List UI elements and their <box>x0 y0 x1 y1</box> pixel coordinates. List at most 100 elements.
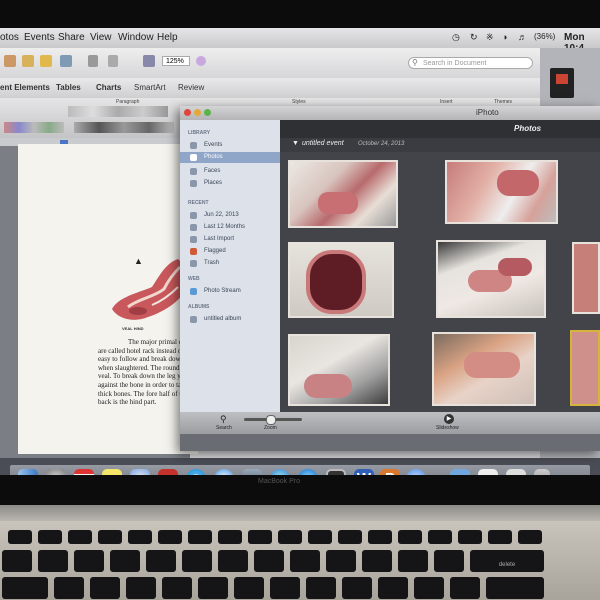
key-9[interactable] <box>326 550 356 572</box>
key-2[interactable] <box>74 550 104 572</box>
messages-icon[interactable] <box>406 469 426 475</box>
key-eject[interactable] <box>398 530 422 544</box>
sidebar-item-faces[interactable]: Faces <box>180 166 280 177</box>
sidebar-item-last-import[interactable]: Last Import <box>180 234 280 245</box>
key-tilde[interactable] <box>2 550 32 572</box>
key-1[interactable] <box>38 550 68 572</box>
search-icon[interactable]: ⚲ <box>220 414 227 425</box>
key-f6[interactable] <box>188 530 212 544</box>
key-minus[interactable] <box>398 550 428 572</box>
key-q[interactable] <box>54 577 84 599</box>
bluetooth-icon[interactable]: ※ <box>486 32 494 43</box>
key-t[interactable] <box>198 577 228 599</box>
key-o[interactable] <box>342 577 372 599</box>
search-input[interactable]: Search in Document <box>408 57 533 69</box>
menu-app[interactable]: otos <box>0 32 19 43</box>
safari-icon[interactable] <box>214 469 234 475</box>
help-icon[interactable] <box>196 56 206 66</box>
key-7[interactable] <box>254 550 284 572</box>
key-6[interactable] <box>218 550 248 572</box>
sidebar-item-places[interactable]: Places <box>180 178 280 189</box>
menu-help[interactable]: Help <box>157 32 178 43</box>
launchpad-icon[interactable] <box>46 469 66 475</box>
key-f5[interactable] <box>158 530 182 544</box>
time-machine-icon[interactable]: ◷ <box>452 32 460 43</box>
zoom-button[interactable] <box>204 109 211 116</box>
key-f13[interactable] <box>428 530 452 544</box>
key-f16[interactable] <box>518 530 542 544</box>
key-e[interactable] <box>126 577 156 599</box>
minimize-button[interactable] <box>194 109 201 116</box>
key-bracket-left[interactable] <box>414 577 444 599</box>
sidebar-item-trash[interactable]: Trash <box>180 258 280 269</box>
key-f3[interactable] <box>98 530 122 544</box>
table-icon[interactable] <box>143 55 155 67</box>
alignment-controls[interactable] <box>74 122 174 133</box>
undo-icon[interactable] <box>108 55 118 67</box>
menu-share[interactable]: Share <box>58 32 85 43</box>
office-icon[interactable] <box>158 469 178 475</box>
tab-review[interactable]: Review <box>178 83 204 92</box>
trash-icon[interactable] <box>534 469 550 475</box>
photo-thumbnail[interactable] <box>288 242 394 318</box>
key-f8[interactable] <box>248 530 272 544</box>
font-controls[interactable] <box>4 122 64 133</box>
key-f14[interactable] <box>458 530 482 544</box>
key-f4[interactable] <box>128 530 152 544</box>
photo-booth-icon[interactable] <box>326 469 346 475</box>
tab-charts[interactable]: Charts <box>96 83 121 92</box>
key-8[interactable] <box>290 550 320 572</box>
event-name[interactable]: untitled event <box>302 140 344 147</box>
key-bracket-right[interactable] <box>450 577 480 599</box>
key-5[interactable] <box>182 550 212 572</box>
key-f10[interactable] <box>308 530 332 544</box>
battery-indicator[interactable]: (36%) <box>534 32 555 41</box>
key-f12[interactable] <box>368 530 392 544</box>
play-icon[interactable]: ▶ <box>444 414 454 424</box>
zoom-field[interactable]: 125% <box>162 56 190 66</box>
key-esc[interactable] <box>8 530 32 544</box>
key-f11[interactable] <box>338 530 362 544</box>
app-store-icon[interactable] <box>298 469 318 475</box>
stickies-icon[interactable] <box>102 469 122 475</box>
photo-thumbnail[interactable] <box>436 240 546 318</box>
iphoto-icon[interactable] <box>242 469 262 475</box>
word-icon[interactable]: W <box>354 469 374 475</box>
finder-icon[interactable] <box>18 469 38 475</box>
key-u[interactable] <box>270 577 300 599</box>
sidebar-item-flagged[interactable]: Flagged <box>180 246 280 257</box>
key-f2[interactable] <box>68 530 92 544</box>
close-button[interactable] <box>184 109 191 116</box>
key-r[interactable] <box>162 577 192 599</box>
key-f9[interactable] <box>278 530 302 544</box>
menu-view[interactable]: View <box>90 32 112 43</box>
save-icon[interactable] <box>60 55 72 67</box>
sidebar-item-photos[interactable]: Photos <box>180 152 280 163</box>
photo-thumbnail-selected[interactable] <box>570 330 600 406</box>
key-f15[interactable] <box>488 530 512 544</box>
wifi-icon[interactable]: ◑ <box>502 32 507 42</box>
zoom-slider-thumb[interactable] <box>266 415 276 425</box>
sidebar-item-events[interactable]: Events <box>180 140 280 151</box>
notes-icon[interactable] <box>506 469 526 475</box>
preview-icon[interactable] <box>478 469 498 475</box>
key-p[interactable] <box>378 577 408 599</box>
key-3[interactable] <box>110 550 140 572</box>
calendar-icon[interactable] <box>74 469 94 475</box>
open-icon[interactable] <box>40 55 52 67</box>
key-y[interactable] <box>234 577 264 599</box>
tab-smartart[interactable]: SmartArt <box>134 83 166 92</box>
key-tab[interactable] <box>2 577 48 599</box>
volume-icon[interactable]: ♬ <box>518 32 527 42</box>
photo-thumbnail[interactable] <box>445 160 558 224</box>
photo-thumbnail[interactable] <box>572 242 600 314</box>
paragraph-controls[interactable] <box>68 106 168 117</box>
key-equals[interactable] <box>434 550 464 572</box>
powerpoint-icon[interactable]: P <box>380 469 400 475</box>
key-w[interactable] <box>90 577 120 599</box>
tab-document-elements[interactable]: ent Elements <box>0 83 50 92</box>
print-icon[interactable] <box>88 55 98 67</box>
sidebar-item-untitled-album[interactable]: untitled album <box>180 314 280 325</box>
sidebar-item-photo-stream[interactable]: Photo Stream <box>180 286 280 297</box>
sidebar-item-last-12-months[interactable]: Last 12 Months <box>180 222 280 233</box>
